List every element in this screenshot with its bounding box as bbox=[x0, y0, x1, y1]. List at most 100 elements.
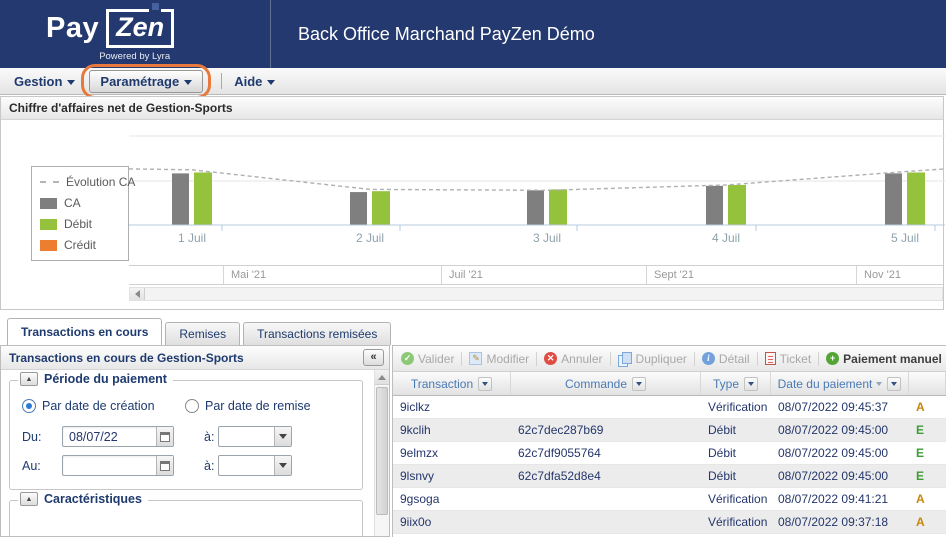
chevron-down-icon bbox=[67, 80, 75, 85]
table-row[interactable]: 9kclih62c7dec287b69Débit08/07/2022 09:45… bbox=[393, 419, 946, 442]
chevron-down-icon bbox=[184, 80, 192, 85]
table-row[interactable]: 9iclkzVérification08/07/2022 09:45:37A bbox=[393, 396, 946, 419]
color-swatch bbox=[40, 198, 57, 209]
bar-debit bbox=[907, 172, 925, 225]
toolbar-annuler-button[interactable]: ✕Annuler bbox=[544, 352, 602, 366]
column-filter-button[interactable] bbox=[478, 377, 492, 391]
time-select[interactable] bbox=[218, 455, 292, 476]
radio-label: Par date de création bbox=[42, 399, 155, 413]
calendar-button[interactable] bbox=[156, 427, 173, 446]
table-row[interactable]: 9gsogaVérification08/07/2022 09:41:21A bbox=[393, 488, 946, 511]
date-field-label: Au: bbox=[22, 459, 62, 473]
collapse-panel-button[interactable]: « bbox=[363, 349, 384, 366]
column-header-date-du-paiement[interactable]: Date du paiement bbox=[771, 372, 909, 395]
collapse-section-button[interactable]: ▲ bbox=[20, 492, 38, 506]
table-row[interactable]: 9iix0oVérification08/07/2022 09:37:18A bbox=[393, 511, 946, 534]
tab-remises[interactable]: Remises bbox=[165, 322, 240, 345]
x-axis-label: 1 Juil bbox=[178, 231, 206, 245]
table-body: 9iclkzVérification08/07/2022 09:45:37A9k… bbox=[393, 396, 946, 534]
toolbar-button-label: Valider bbox=[418, 352, 454, 366]
dropdown-button[interactable] bbox=[274, 427, 291, 446]
menu-item-aide[interactable]: Aide bbox=[228, 71, 281, 92]
column-filter-button[interactable] bbox=[632, 377, 646, 391]
panel-vertical-scrollbar[interactable] bbox=[374, 370, 389, 536]
radio-button[interactable] bbox=[22, 399, 36, 413]
date-input[interactable]: 08/07/22 bbox=[62, 426, 174, 447]
table-row[interactable]: 9elmzx62c7df9055764Débit08/07/2022 09:45… bbox=[393, 442, 946, 465]
toolbar-dupliquer-button[interactable]: Dupliquer bbox=[618, 352, 687, 366]
radio-button[interactable] bbox=[185, 399, 199, 413]
cell-commande: 62c7dec287b69 bbox=[511, 419, 701, 441]
date-input[interactable] bbox=[62, 455, 174, 476]
legend-label: Crédit bbox=[64, 238, 96, 252]
menu-item-gestion[interactable]: Gestion bbox=[8, 71, 81, 92]
column-header-transaction[interactable]: Transaction bbox=[393, 372, 511, 395]
chevron-down-icon bbox=[482, 382, 488, 386]
chart-panel-title: Chiffre d'affaires net de Gestion-Sports bbox=[1, 97, 943, 120]
time-select[interactable] bbox=[218, 426, 292, 447]
toolbar-button-label: Dupliquer bbox=[636, 352, 687, 366]
toolbar-button-label: Modifier bbox=[486, 352, 529, 366]
calendar-icon bbox=[160, 432, 170, 442]
legend-item: Crédit bbox=[40, 238, 120, 252]
content-row: Transactions en cours de Gestion-Sports … bbox=[0, 345, 946, 537]
sort-desc-icon bbox=[876, 382, 882, 386]
content-tabs: Transactions en coursRemisesTransactions… bbox=[7, 318, 391, 345]
menu-item-parametrage[interactable]: Paramétrage bbox=[89, 70, 203, 93]
cell-status: E bbox=[909, 442, 946, 464]
logo-pay-text: Pay bbox=[46, 12, 99, 45]
calendar-button[interactable] bbox=[156, 456, 173, 475]
cell-status: A bbox=[909, 488, 946, 510]
chart-horizontal-scrollbar[interactable] bbox=[129, 287, 943, 301]
date-input-value: 08/07/22 bbox=[69, 430, 118, 444]
cell-transaction: 9iclkz bbox=[393, 396, 511, 418]
cell-commande bbox=[511, 396, 701, 418]
radio-option[interactable]: Par date de création bbox=[22, 399, 185, 413]
cell-status: A bbox=[909, 511, 946, 533]
toolbar-separator bbox=[461, 352, 462, 366]
toolbar-modifier-button[interactable]: ✎Modifier bbox=[469, 352, 529, 366]
bar-ca bbox=[350, 192, 367, 225]
column-filter-button[interactable] bbox=[744, 377, 758, 391]
chart-body: 1 Juil2 Juil3 Juil4 Juil5 Juil Évolution… bbox=[1, 120, 943, 309]
legend-label: CA bbox=[64, 196, 81, 210]
chevron-down-icon bbox=[891, 382, 897, 386]
chevron-down-icon bbox=[267, 80, 275, 85]
bar-debit bbox=[372, 191, 390, 225]
column-header-type[interactable]: Type bbox=[701, 372, 771, 395]
collapse-section-button[interactable]: ▲ bbox=[20, 372, 38, 386]
legend-label: Débit bbox=[64, 217, 92, 231]
x-axis-label: 5 Juil bbox=[891, 231, 919, 245]
toolbar-ticket-button[interactable]: Ticket bbox=[765, 352, 812, 366]
color-swatch bbox=[40, 219, 57, 230]
toolbar-separator bbox=[610, 352, 611, 366]
filters-panel-body: ▲ Période du paiement Par date de créati… bbox=[1, 370, 389, 536]
toolbar-d-tail-button[interactable]: iDétail bbox=[702, 352, 750, 366]
toolbar-button-label: Annuler bbox=[561, 352, 602, 366]
column-header-commande[interactable]: Commande bbox=[511, 372, 701, 395]
chart-timeline-navigator[interactable]: Mai '21Juil '21Sept '21Nov '21 bbox=[129, 265, 943, 285]
toolbar-button-label: Paiement manuel bbox=[843, 352, 942, 366]
radio-option[interactable]: Par date de remise bbox=[185, 399, 311, 413]
chart-legend: Évolution CACADébitCrédit bbox=[31, 166, 129, 261]
cell-type: Vérification bbox=[701, 511, 771, 533]
transactions-toolbar: ✓Valider ✎Modifier ✕Annuler Dupliquer iDétai… bbox=[393, 346, 946, 372]
column-filter-button[interactable] bbox=[887, 377, 901, 391]
transactions-table-panel: ✓Valider ✎Modifier ✕Annuler Dupliquer iDétai… bbox=[392, 345, 946, 537]
pdf-ticket-icon bbox=[765, 352, 776, 365]
scroll-left-button[interactable] bbox=[130, 288, 145, 300]
table-row[interactable]: 9lsnvy62c7dfa52d8e4Débit08/07/2022 09:45… bbox=[393, 465, 946, 488]
timeline-label: Juil '21 bbox=[449, 269, 483, 281]
timeline-label: Mai '21 bbox=[231, 269, 266, 281]
tab-transactions-en-cours[interactable]: Transactions en cours bbox=[7, 318, 162, 345]
tab-transactions-remis-es[interactable]: Transactions remisées bbox=[243, 322, 391, 345]
column-header-status[interactable] bbox=[909, 372, 946, 395]
toolbar-paiement-manuel-button[interactable]: +Paiement manuel bbox=[826, 352, 942, 366]
chevron-down-icon bbox=[636, 382, 642, 386]
scroll-up-button[interactable] bbox=[375, 370, 389, 385]
dropdown-button[interactable] bbox=[274, 456, 291, 475]
cell-status: E bbox=[909, 465, 946, 487]
scrollbar-thumb[interactable] bbox=[376, 387, 388, 515]
chevron-down-icon bbox=[748, 382, 754, 386]
toolbar-valider-button[interactable]: ✓Valider bbox=[401, 352, 454, 366]
